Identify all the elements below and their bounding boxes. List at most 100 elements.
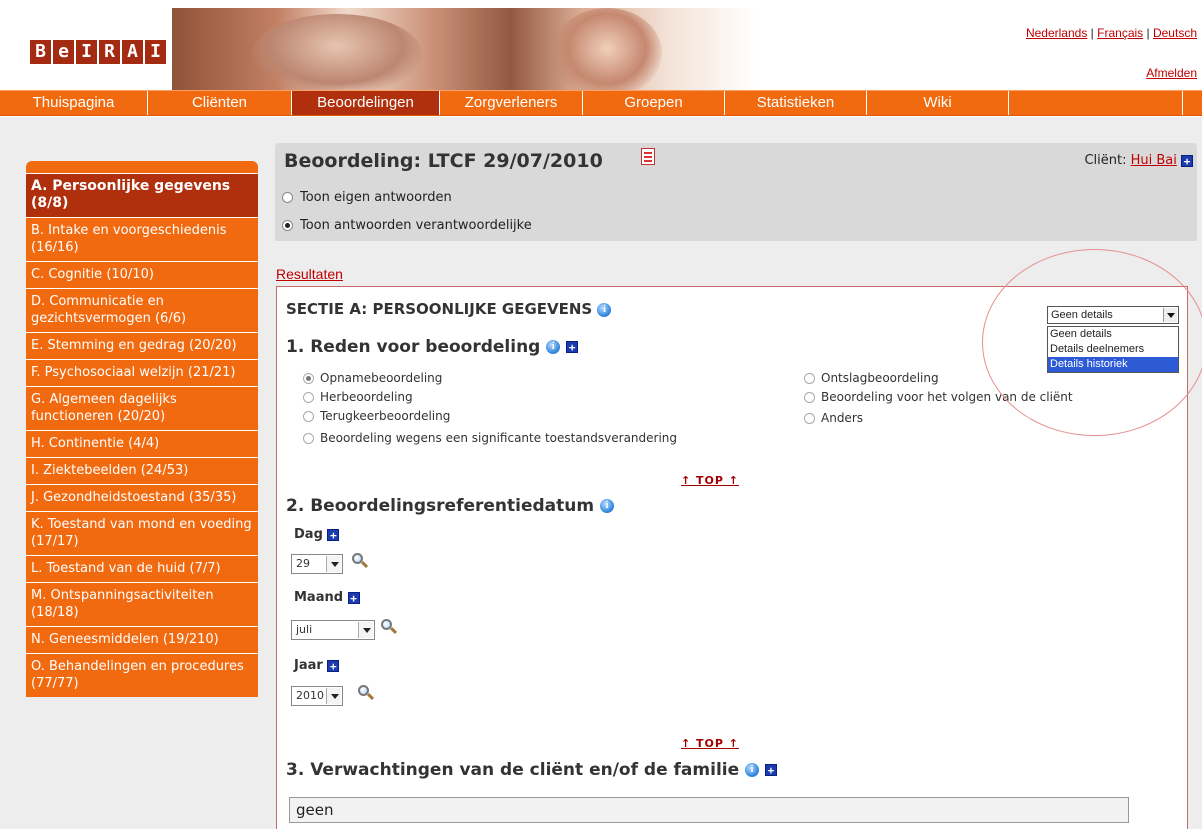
details-option-participants[interactable]: Details deelnemers xyxy=(1048,342,1178,357)
search-icon[interactable] xyxy=(381,619,398,635)
sidebar-item-n[interactable]: N. Geneesmiddelen (19/210) xyxy=(26,626,258,653)
radio-button[interactable] xyxy=(303,391,314,403)
sidebar-item-i[interactable]: I. Ziektebeelden (24/53) xyxy=(26,457,258,484)
nav-tab-groups[interactable]: Groepen xyxy=(583,91,725,115)
nav-tab-wiki[interactable]: Wiki xyxy=(867,91,1009,115)
search-icon[interactable] xyxy=(352,553,369,569)
radio-button-selected[interactable] xyxy=(282,220,293,231)
plus-icon[interactable]: + xyxy=(764,764,777,776)
info-icon[interactable]: i xyxy=(745,763,760,777)
lang-link-nl[interactable]: Nederlands xyxy=(1026,26,1087,40)
nav-tab-empty xyxy=(1009,91,1183,115)
day-label: Dag xyxy=(294,527,323,542)
q1-option[interactable]: Ontslagbeoordeling xyxy=(804,371,939,385)
q1-option[interactable]: Herbeoordeling xyxy=(303,390,413,404)
radio-button-selected[interactable] xyxy=(303,372,314,384)
top-link[interactable]: ↑ TOP ↑ xyxy=(681,737,739,750)
month-label: Maand xyxy=(294,590,344,605)
banner-photo xyxy=(172,8,756,98)
info-icon[interactable]: i xyxy=(546,340,561,354)
client-label: Cliënt: xyxy=(1084,153,1127,168)
logout-link[interactable]: Afmelden xyxy=(1146,66,1197,80)
q1-option[interactable]: Anders xyxy=(804,411,863,425)
sidebar-item-l[interactable]: L. Toestand van de huid (7/7) xyxy=(26,555,258,582)
day-select[interactable]: 29 xyxy=(291,554,343,574)
year-value: 2010 xyxy=(296,689,324,702)
sidebar-item-c[interactable]: C. Cognitie (10/10) xyxy=(26,261,258,288)
expectations-input[interactable]: geen xyxy=(289,797,1129,823)
plus-icon[interactable]: + xyxy=(327,528,340,541)
banner-face-man xyxy=(252,14,422,94)
page-title: Beoordeling: LTCF 29/07/2010 xyxy=(284,150,603,172)
sidebar-item-j[interactable]: J. Gezondheidstoestand (35/35) xyxy=(26,484,258,511)
plus-icon[interactable]: + xyxy=(327,659,340,672)
sidebar-item-b[interactable]: B. Intake en voorgeschiedenis (16/16) xyxy=(26,217,258,261)
details-select[interactable]: Geen details xyxy=(1047,306,1179,324)
top-link[interactable]: ↑ TOP ↑ xyxy=(681,474,739,487)
lang-link-de[interactable]: Deutsch xyxy=(1153,26,1197,40)
nav-tab-statistics[interactable]: Statistieken xyxy=(725,91,867,115)
logo-letter: e xyxy=(53,40,74,64)
q1-option[interactable]: Beoordeling wegens een significante toes… xyxy=(303,431,677,445)
q1-option-label: Anders xyxy=(821,411,863,425)
sidebar-item-k[interactable]: K. Toestand van mond en voeding (17/17) xyxy=(26,511,258,555)
search-icon[interactable] xyxy=(358,685,375,701)
radio-button[interactable] xyxy=(303,432,314,444)
sidebar-item-f[interactable]: F. Psychosociaal welzijn (21/21) xyxy=(26,359,258,386)
radio-button[interactable] xyxy=(804,391,815,403)
nav-tab-caregivers[interactable]: Zorgverleners xyxy=(440,91,583,115)
sidebar-item-g[interactable]: G. Algemeen dagelijks functioneren (20/2… xyxy=(26,386,258,430)
client-name-link[interactable]: Hui Bai xyxy=(1131,153,1177,168)
day-label-row: Dag + xyxy=(294,527,340,542)
question-3-heading: 3. Verwachtingen van de cliënt en/of de … xyxy=(286,760,777,780)
sidebar-item-e[interactable]: E. Stemming en gedrag (20/20) xyxy=(26,332,258,359)
plus-icon[interactable]: + xyxy=(1181,154,1193,167)
info-icon[interactable]: i xyxy=(597,302,612,317)
q1-option-label: Herbeoordeling xyxy=(320,390,413,404)
belrai-logo: B e I R A I xyxy=(30,40,166,64)
nav-tab-assessments[interactable]: Beoordelingen xyxy=(292,91,440,115)
pdf-icon[interactable] xyxy=(641,148,655,165)
nav-tab-clients[interactable]: Cliënten xyxy=(148,91,292,115)
year-label: Jaar xyxy=(294,658,323,673)
logo-letter: R xyxy=(99,40,120,64)
chevron-down-icon[interactable] xyxy=(326,688,341,704)
chevron-down-icon[interactable] xyxy=(1163,308,1177,322)
plus-icon[interactable]: + xyxy=(566,341,579,353)
month-value: juli xyxy=(296,623,313,636)
q1-option[interactable]: Opnamebeoordeling xyxy=(303,371,442,385)
section-heading: SECTIE A: PERSOONLIJKE GEGEVENS i xyxy=(286,300,612,318)
question-2-title: 2. Beoordelingsreferentiedatum xyxy=(286,496,595,516)
chevron-down-icon[interactable] xyxy=(326,556,341,572)
q1-option-label: Ontslagbeoordeling xyxy=(821,371,939,385)
sidebar-item-o[interactable]: O. Behandelingen en procedures (77/77) xyxy=(26,653,258,697)
sidebar-cap xyxy=(26,161,258,173)
view-option-responsible[interactable]: Toon antwoorden verantwoordelijke xyxy=(282,218,532,233)
q1-option-label: Beoordeling voor het volgen van de cliën… xyxy=(821,390,1073,404)
plus-icon[interactable]: + xyxy=(347,591,360,604)
chevron-down-icon[interactable] xyxy=(358,622,373,638)
q1-option[interactable]: Beoordeling voor het volgen van de cliën… xyxy=(804,390,1073,404)
view-options: Toon eigen antwoorden Toon antwoorden ve… xyxy=(275,181,1197,241)
nav-tab-home[interactable]: Thuispagina xyxy=(0,91,148,115)
sidebar-item-a[interactable]: A. Persoonlijke gegevens (8/8) xyxy=(26,173,258,217)
q1-option[interactable]: Terugkeerbeoordeling xyxy=(303,409,450,423)
month-select[interactable]: juli xyxy=(291,620,375,640)
radio-button[interactable] xyxy=(804,412,815,424)
info-icon[interactable]: i xyxy=(600,499,615,513)
radio-button[interactable] xyxy=(282,192,293,203)
year-select[interactable]: 2010 xyxy=(291,686,343,706)
radio-button[interactable] xyxy=(303,410,314,422)
sidebar-item-m[interactable]: M. Ontspanningsactiviteiten (18/18) xyxy=(26,582,258,626)
lang-link-fr[interactable]: Français xyxy=(1097,26,1143,40)
question-3-title: 3. Verwachtingen van de cliënt en/of de … xyxy=(286,760,740,780)
details-option-history[interactable]: Details historiek xyxy=(1048,357,1178,372)
radio-button[interactable] xyxy=(804,372,815,384)
assessment-titlebar: Beoordeling: LTCF 29/07/2010 Cliënt: Hui… xyxy=(275,143,1197,181)
results-link[interactable]: Resultaten xyxy=(276,266,343,282)
q1-option-label: Beoordeling wegens een significante toes… xyxy=(320,431,678,445)
sidebar-item-h[interactable]: H. Continentie (4/4) xyxy=(26,430,258,457)
view-option-own[interactable]: Toon eigen antwoorden xyxy=(282,190,452,205)
sidebar-item-d[interactable]: D. Communicatie en gezichtsvermogen (6/6… xyxy=(26,288,258,332)
details-option-none[interactable]: Geen details xyxy=(1048,327,1178,342)
